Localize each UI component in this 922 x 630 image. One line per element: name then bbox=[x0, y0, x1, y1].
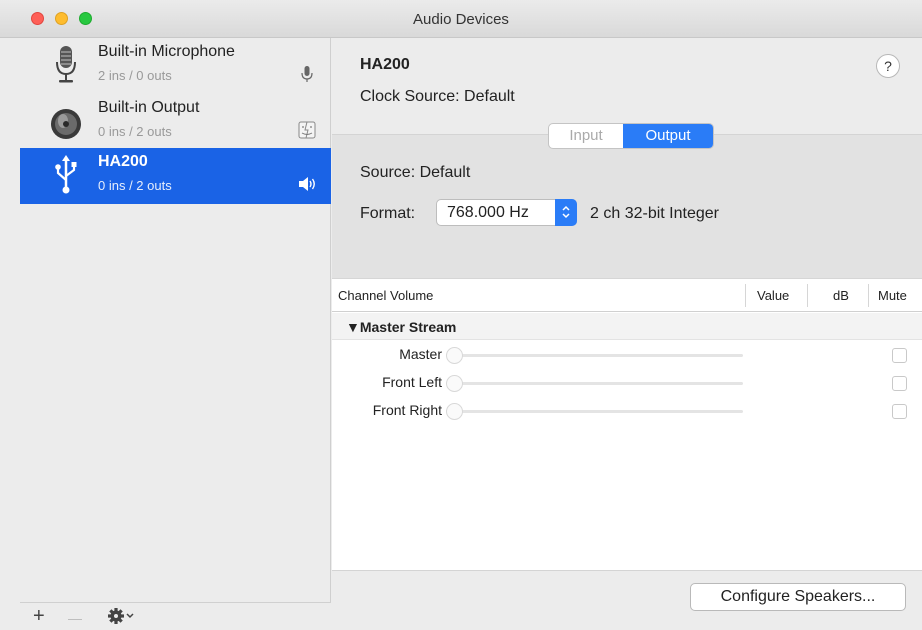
usb-icon bbox=[55, 155, 77, 194]
column-db[interactable]: dB bbox=[833, 288, 849, 303]
channel-label: Front Left bbox=[382, 374, 442, 390]
tab-output[interactable]: Output bbox=[623, 124, 713, 148]
finder-icon bbox=[298, 121, 316, 139]
device-list-sidebar: Built-in Microphone 2 ins / 0 outs Built… bbox=[20, 38, 331, 630]
device-name: Built-in Output bbox=[98, 99, 200, 116]
volume-slider-knob[interactable] bbox=[446, 347, 463, 364]
device-title: HA200 bbox=[360, 56, 410, 73]
device-name: Built-in Microphone bbox=[98, 43, 235, 60]
mute-checkbox[interactable] bbox=[892, 348, 907, 363]
format-select[interactable]: 768.000 Hz bbox=[436, 199, 577, 226]
remove-device-button[interactable]: — bbox=[68, 607, 82, 629]
channel-row-front-right: Front Right bbox=[332, 397, 922, 425]
format-label: Format: bbox=[360, 205, 416, 222]
input-output-segmented-control: Input Output bbox=[548, 123, 714, 149]
device-io: 0 ins / 2 outs bbox=[98, 124, 172, 139]
gear-icon bbox=[108, 608, 134, 624]
channel-row-master: Master bbox=[332, 341, 922, 369]
mute-checkbox[interactable] bbox=[892, 376, 907, 391]
volume-slider-track[interactable] bbox=[450, 354, 743, 357]
volume-slider-knob[interactable] bbox=[446, 403, 463, 420]
device-item-built-in-output[interactable]: Built-in Output 0 ins / 2 outs bbox=[20, 94, 331, 150]
column-channel-volume[interactable]: Channel Volume bbox=[338, 288, 433, 303]
channel-row-front-left: Front Left bbox=[332, 369, 922, 397]
speaker-icon bbox=[51, 109, 81, 139]
action-menu-button[interactable] bbox=[106, 606, 136, 630]
group-label: ▼Master Stream bbox=[346, 319, 457, 335]
column-divider bbox=[868, 284, 869, 307]
volume-slider-track[interactable] bbox=[450, 410, 743, 413]
updown-chevron-icon bbox=[562, 205, 570, 219]
device-detail-panel: HA200 Clock Source: Default ? Input Outp… bbox=[332, 38, 922, 630]
microphone-icon bbox=[56, 46, 76, 83]
audio-devices-window: Audio Devices Built-in Microphone 2 ins … bbox=[0, 0, 922, 630]
table-header: Channel Volume Value dB Mute bbox=[332, 279, 922, 312]
speaker-volume-icon bbox=[299, 177, 315, 191]
chevron-down-icon bbox=[126, 613, 134, 619]
device-name: HA200 bbox=[98, 153, 148, 170]
column-value[interactable]: Value bbox=[757, 288, 789, 303]
clock-source: Clock Source: Default bbox=[360, 88, 515, 105]
title-bar: Audio Devices bbox=[0, 0, 922, 38]
volume-slider-knob[interactable] bbox=[446, 375, 463, 392]
format-description: 2 ch 32-bit Integer bbox=[590, 205, 719, 222]
format-stepper[interactable] bbox=[555, 199, 577, 226]
tab-input[interactable]: Input bbox=[549, 124, 623, 148]
device-header: HA200 Clock Source: Default ? bbox=[332, 38, 922, 134]
channel-label: Front Right bbox=[372, 402, 442, 418]
add-device-button[interactable]: + bbox=[33, 605, 45, 627]
stream-settings-box: Input Output Source: Default Format: 768… bbox=[332, 123, 922, 278]
column-divider bbox=[807, 284, 808, 307]
format-value: 768.000 Hz bbox=[447, 204, 529, 221]
mute-checkbox[interactable] bbox=[892, 404, 907, 419]
device-item-ha200[interactable]: HA200 0 ins / 2 outs bbox=[20, 148, 331, 204]
column-mute[interactable]: Mute bbox=[878, 288, 907, 303]
device-io: 2 ins / 0 outs bbox=[98, 68, 172, 83]
device-io: 0 ins / 2 outs bbox=[98, 178, 172, 193]
sidebar-footer: + — bbox=[20, 602, 331, 630]
help-button[interactable]: ? bbox=[876, 54, 900, 78]
channel-volume-table: Channel Volume Value dB Mute ▼Master Str… bbox=[332, 278, 922, 570]
mic-indicator-icon bbox=[301, 66, 313, 82]
bottom-bar: Configure Speakers... bbox=[332, 570, 922, 630]
device-item-built-in-microphone[interactable]: Built-in Microphone 2 ins / 0 outs bbox=[20, 38, 331, 94]
window-title: Audio Devices bbox=[413, 11, 509, 28]
channel-label: Master bbox=[399, 346, 442, 362]
master-stream-group[interactable]: ▼Master Stream bbox=[332, 313, 922, 340]
configure-speakers-button[interactable]: Configure Speakers... bbox=[690, 583, 906, 611]
volume-slider-track[interactable] bbox=[450, 382, 743, 385]
source-label: Source: Default bbox=[360, 164, 471, 181]
column-divider bbox=[745, 284, 746, 307]
